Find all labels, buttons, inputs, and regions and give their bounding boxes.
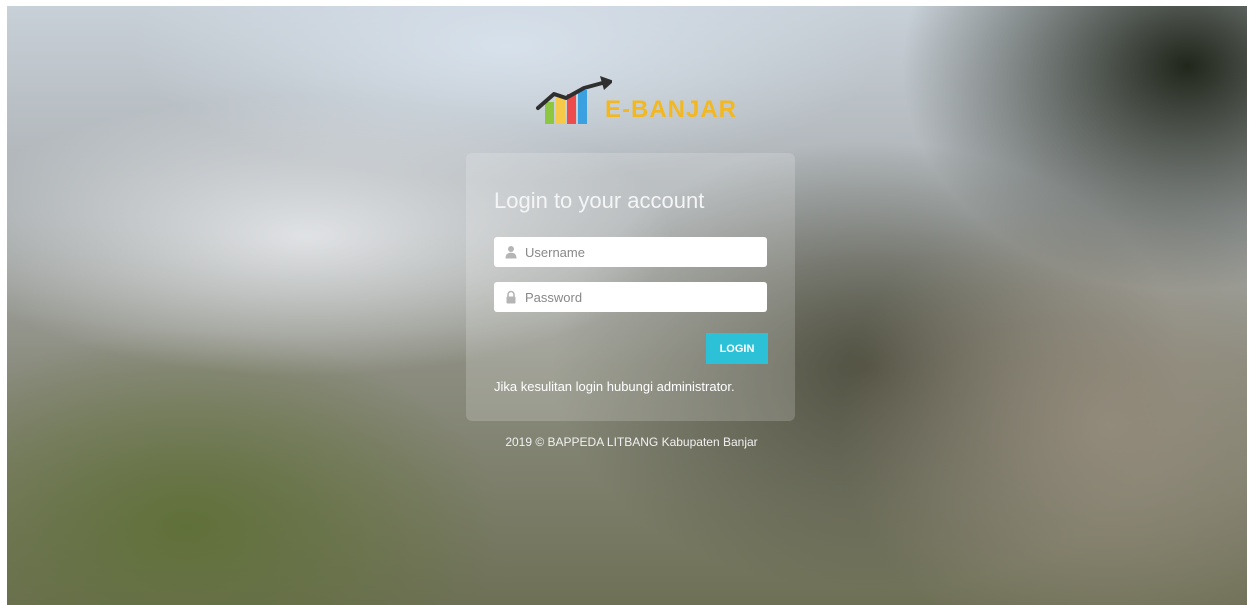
lock-icon bbox=[506, 290, 516, 304]
login-page-background: E-BANJAR Login to your account LOGIN Jik… bbox=[7, 6, 1247, 605]
login-card: Login to your account LOGIN Jika kesulit… bbox=[466, 153, 795, 421]
login-title: Login to your account bbox=[494, 188, 705, 213]
user-icon bbox=[505, 246, 517, 259]
login-button[interactable]: LOGIN bbox=[706, 333, 768, 364]
login-help-text: Jika kesulitan login hubungi administrat… bbox=[494, 379, 735, 394]
username-input[interactable] bbox=[522, 237, 765, 267]
password-field[interactable] bbox=[494, 282, 767, 312]
bar-chart-trend-arrow-icon bbox=[536, 76, 612, 124]
brand-logo: E-BANJAR bbox=[532, 72, 752, 132]
copyright-footer: 2019 © BAPPEDA LITBANG Kabupaten Banjar bbox=[505, 435, 758, 449]
username-field[interactable] bbox=[494, 237, 767, 267]
password-input[interactable] bbox=[522, 282, 765, 312]
brand-name: E-BANJAR bbox=[605, 96, 738, 123]
